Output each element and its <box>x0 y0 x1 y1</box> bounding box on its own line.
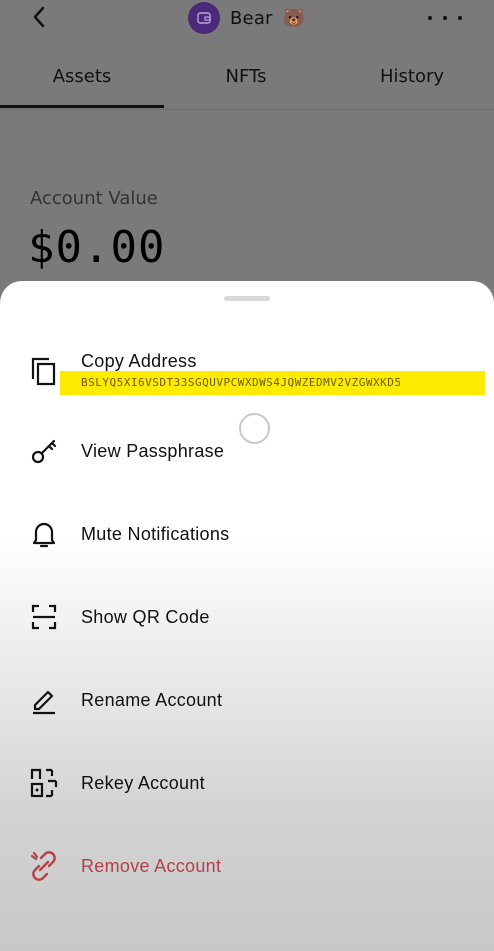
qr-code-icon <box>28 601 60 633</box>
account-value-label: Account Value <box>30 188 158 209</box>
tab-assets[interactable]: Assets <box>0 58 164 108</box>
account-title[interactable]: Bear 🐻 <box>188 2 305 34</box>
tab-history[interactable]: History <box>330 58 494 108</box>
bell-icon <box>28 518 60 550</box>
top-bar: Bear 🐻 <box>0 0 494 40</box>
pencil-icon <box>28 684 60 716</box>
mute-notifications-label: Mute Notifications <box>81 524 230 544</box>
dot <box>458 16 462 20</box>
show-qr-code-item[interactable]: Show QR Code <box>0 587 494 647</box>
bear-emoji: 🐻 <box>282 7 306 29</box>
rekey-account-item[interactable]: Rekey Account <box>0 753 494 813</box>
remove-account-item[interactable]: Remove Account <box>0 836 494 896</box>
mute-notifications-item[interactable]: Mute Notifications <box>0 504 494 564</box>
rekey-account-label: Rekey Account <box>81 773 205 793</box>
back-button[interactable] <box>26 3 54 31</box>
wallet-icon <box>188 2 220 34</box>
dot <box>443 16 447 20</box>
tab-bar: Assets NFTs History <box>0 58 494 110</box>
dot <box>428 16 432 20</box>
sheet-handle[interactable] <box>224 296 270 301</box>
touch-indicator <box>239 413 270 444</box>
rekey-icon <box>28 767 60 799</box>
unlink-icon <box>28 850 60 882</box>
account-options-sheet: Copy Address BSLYQ5XI6VSDT33SGQUVPCWXDWS… <box>0 281 494 951</box>
account-name: Bear <box>230 7 273 29</box>
copy-address-label: Copy Address <box>81 351 197 371</box>
more-options-button[interactable] <box>428 8 462 28</box>
rename-account-item[interactable]: Rename Account <box>0 670 494 730</box>
copy-icon <box>28 355 60 387</box>
tab-nfts[interactable]: NFTs <box>164 58 328 108</box>
key-icon <box>28 435 60 467</box>
chevron-left-icon <box>33 6 45 28</box>
show-qr-code-label: Show QR Code <box>81 607 210 627</box>
account-address: BSLYQ5XI6VSDT33SGQUVPCWXDWS4JQWZEDMV2VZG… <box>81 376 402 389</box>
view-passphrase-label: View Passphrase <box>81 441 225 461</box>
rename-account-label: Rename Account <box>81 690 223 710</box>
remove-account-label: Remove Account <box>81 856 222 876</box>
account-value-amount: $0.00 <box>28 222 166 273</box>
